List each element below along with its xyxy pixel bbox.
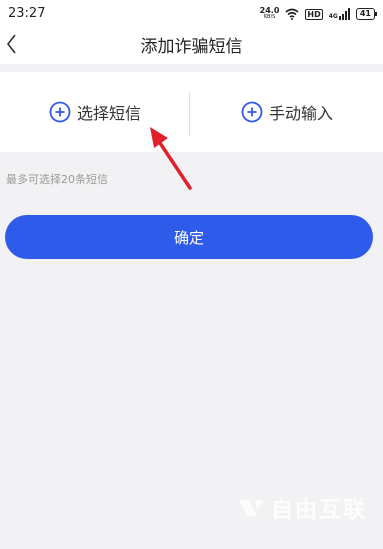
select-sms-label: 选择短信 <box>76 104 141 123</box>
watermark-text: 自由互联 <box>270 498 367 523</box>
hd-badge: HD <box>305 8 323 20</box>
watermark-logo-icon <box>238 500 265 516</box>
plus-circle-icon <box>241 101 263 123</box>
watermark: 自由互联 <box>237 492 367 524</box>
battery-level: 41 <box>359 9 371 18</box>
manual-input-label: 手动输入 <box>268 104 333 123</box>
red-arrow-annotation-icon <box>150 127 192 190</box>
confirm-button[interactable]: 确定 <box>5 215 373 259</box>
wifi-icon <box>285 8 299 20</box>
status-bar: 23:27 24.0 KB/S HD 4G 41 <box>0 0 383 28</box>
signal-bars-icon <box>338 8 350 20</box>
status-time: 23:27 <box>8 6 46 21</box>
manual-input-button[interactable]: 手动输入 <box>191 72 383 152</box>
nav-bar: 添加诈骗短信 <box>0 28 383 64</box>
selection-limit-hint: 最多可选择20条短信 <box>6 173 108 186</box>
cellular-signal: 4G <box>329 8 350 20</box>
battery-icon: 41 <box>355 8 378 20</box>
status-icons: 24.0 KB/S HD 4G 41 <box>260 4 378 24</box>
network-speed-unit: KB/S <box>263 14 276 20</box>
network-speed: 24.0 KB/S <box>260 7 280 21</box>
page-title: 添加诈骗短信 <box>140 37 243 57</box>
plus-circle-icon <box>49 101 71 123</box>
network-gen: 4G <box>328 13 338 20</box>
